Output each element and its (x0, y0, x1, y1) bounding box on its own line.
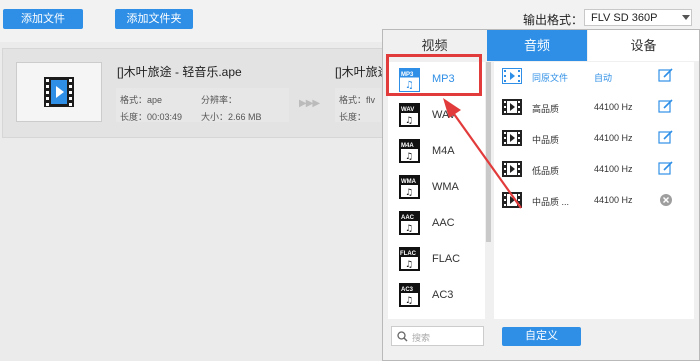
edit-icon[interactable] (658, 130, 673, 145)
wma-file-icon: WMA ♫ (399, 175, 420, 199)
svg-text:♫: ♫ (405, 260, 413, 270)
search-icon (397, 331, 408, 342)
close-icon[interactable] (660, 194, 672, 206)
svg-text:AC3: AC3 (401, 287, 414, 293)
svg-text:AAC: AAC (401, 215, 415, 221)
format-label: FLAC (432, 253, 461, 265)
quality-name: 同原文件 (532, 73, 569, 83)
output-format-value: FLV SD 360P (591, 12, 658, 24)
svg-text:WMA: WMA (401, 179, 417, 185)
quality-name: 中品质 (532, 135, 560, 145)
svg-text:♫: ♫ (405, 152, 413, 162)
target-format: 格式：flv (339, 95, 376, 105)
output-format-label: 输出格式： (523, 13, 584, 27)
source-file-name: []木叶旅途 - 轻音乐.ape (117, 65, 242, 79)
format-label: AC3 (432, 289, 454, 301)
edit-icon[interactable] (658, 99, 673, 114)
tab-audio[interactable]: 音频 (487, 30, 587, 61)
format-label: AAC (432, 217, 455, 229)
wav-file-icon: WAV ♫ (399, 103, 420, 127)
edit-icon[interactable] (658, 161, 673, 176)
quality-row-original[interactable]: 同原文件 自动 (498, 65, 694, 89)
convert-arrow-icon: ▶▶▶ (299, 98, 320, 109)
quality-name: 中品质 ... (532, 197, 570, 207)
file-thumbnail (16, 62, 102, 122)
quality-value: 44100 Hz (594, 102, 633, 112)
svg-text:♫: ♫ (405, 224, 413, 234)
annotation-arrow (443, 98, 522, 209)
svg-text:FLAC: FLAC (400, 251, 417, 257)
format-item-ac3[interactable]: AC3 ♫ AC3 (389, 278, 483, 314)
video-file-icon (44, 77, 74, 107)
source-format: 格式：ape (120, 95, 163, 105)
flac-file-icon: FLAC ♫ (399, 247, 420, 271)
quality-value: 44100 Hz (594, 195, 633, 205)
chevron-down-icon[interactable] (682, 15, 690, 20)
ac3-file-icon: AC3 ♫ (399, 283, 420, 307)
target-duration: 长度： (339, 112, 367, 122)
aac-file-icon: AAC ♫ (399, 211, 420, 235)
m4a-file-icon: M4A ♫ (399, 139, 420, 163)
source-size: 大小：2.66 MB (201, 112, 262, 122)
quality-name: 高品质 (532, 104, 560, 114)
output-format-select[interactable]: FLV SD 360P (584, 9, 692, 26)
quality-value: 44100 Hz (594, 164, 633, 174)
quality-value: 自动 (594, 73, 613, 83)
add-folder-button[interactable]: 添加文件夹 (115, 9, 193, 29)
svg-text:WAV: WAV (401, 107, 414, 113)
source-resolution: 分辨率： (201, 95, 238, 105)
edit-icon[interactable] (658, 68, 673, 83)
add-file-button[interactable]: 添加文件 (3, 9, 83, 29)
tab-device[interactable]: 设备 (588, 30, 699, 61)
quality-name: 低品质 (532, 166, 560, 176)
svg-text:♫: ♫ (405, 116, 413, 126)
format-item-flac[interactable]: FLAC ♫ FLAC (389, 242, 483, 278)
svg-text:♫: ♫ (405, 296, 413, 306)
svg-text:♫: ♫ (405, 188, 413, 198)
source-duration: 长度：00:03:49 (120, 112, 183, 122)
search-placeholder: 搜索 (412, 333, 431, 343)
search-box[interactable]: 搜索 (391, 326, 484, 346)
custom-button[interactable]: 自定义 (502, 327, 581, 346)
quality-value: 44100 Hz (594, 133, 633, 143)
svg-text:M4A: M4A (401, 143, 414, 149)
film-icon (502, 68, 522, 84)
